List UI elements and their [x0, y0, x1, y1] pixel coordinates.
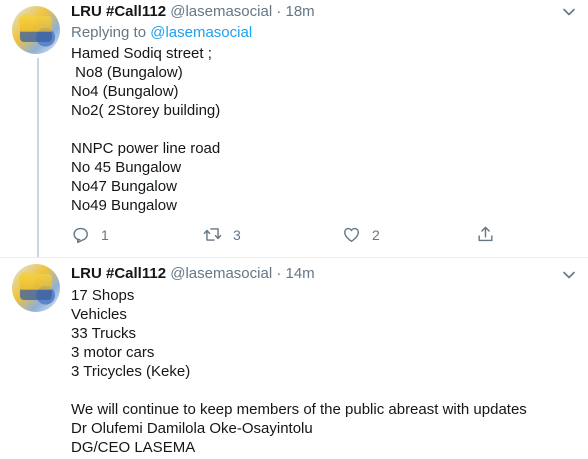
avatar[interactable] — [12, 264, 60, 312]
heart-icon — [344, 227, 359, 242]
tweet-line: 33 Trucks — [71, 325, 137, 342]
tweet-line: DG/CEO LASEMA — [71, 439, 196, 456]
timestamp[interactable]: 18m — [286, 3, 315, 20]
display-name[interactable]: LRU #Call112 — [71, 3, 166, 20]
share-button[interactable] — [476, 225, 495, 244]
replying-to-label: Replying to — [71, 24, 147, 41]
chevron-down-icon[interactable] — [562, 268, 576, 282]
reply-count: 1 — [101, 226, 109, 243]
share-icon — [478, 226, 493, 242]
tweet-line: Hamed Sodiq street ; — [71, 45, 212, 62]
tweet-header: LRU #Call112 @lasemasocial · 14m — [71, 264, 315, 284]
tweet-1[interactable]: LRU #Call112 @lasemasocial · 18m Replyin… — [0, 0, 588, 258]
avatar[interactable] — [12, 6, 60, 54]
tweet-header: LRU #Call112 @lasemasocial · 18m — [71, 2, 315, 22]
tweet-text: Hamed Sodiq street ; No8 (Bungalow) No4 … — [71, 44, 220, 215]
tweet-line: No8 (Bungalow) — [71, 64, 183, 81]
separator: · — [276, 3, 282, 20]
tweet-line: Vehicles — [71, 306, 127, 323]
tweet-line: We will continue to keep members of the … — [71, 401, 527, 418]
tweet-line: No47 Bungalow — [71, 178, 177, 195]
tweet-line — [71, 381, 527, 400]
user-handle[interactable]: @lasemasocial — [170, 3, 272, 20]
tweet-line: 3 Tricycles (Keke) — [71, 363, 191, 380]
user-handle[interactable]: @lasemasocial — [170, 265, 272, 282]
replying-to: Replying to @lasemasocial — [71, 23, 252, 43]
separator: · — [276, 265, 282, 282]
tweet-line: No49 Bungalow — [71, 197, 177, 214]
reply-button[interactable]: 1 — [71, 225, 109, 244]
reply-icon — [73, 227, 88, 244]
chevron-down-icon[interactable] — [562, 5, 576, 19]
tweet-line: NNPC power line road — [71, 140, 221, 157]
retweet-count: 3 — [233, 226, 241, 243]
mention-link[interactable]: @lasemasocial — [150, 24, 252, 41]
like-button[interactable]: 2 — [342, 225, 380, 244]
tweet-line — [71, 120, 220, 139]
tweet-line: 17 Shops — [71, 287, 135, 304]
timestamp[interactable]: 14m — [286, 265, 315, 282]
tweet-line: No 45 Bungalow — [71, 159, 182, 176]
retweet-icon — [203, 228, 222, 241]
tweet-line: Dr Olufemi Damilola Oke-Osayintolu — [71, 420, 313, 437]
tweet-2[interactable]: LRU #Call112 @lasemasocial · 14m 17 Shop… — [0, 258, 588, 459]
tweet-actions: 1 3 2 — [71, 225, 511, 245]
display-name[interactable]: LRU #Call112 — [71, 265, 166, 282]
tweet-text: 17 Shops Vehicles 33 Trucks 3 motor cars… — [71, 286, 527, 457]
tweet-line: 3 motor cars — [71, 344, 155, 361]
tweet-line: No4 (Bungalow) — [71, 83, 179, 100]
retweet-button[interactable]: 3 — [203, 225, 241, 244]
like-count: 2 — [372, 226, 380, 243]
thread-line — [37, 58, 39, 258]
tweet-line: No2( 2Storey building) — [71, 102, 221, 119]
